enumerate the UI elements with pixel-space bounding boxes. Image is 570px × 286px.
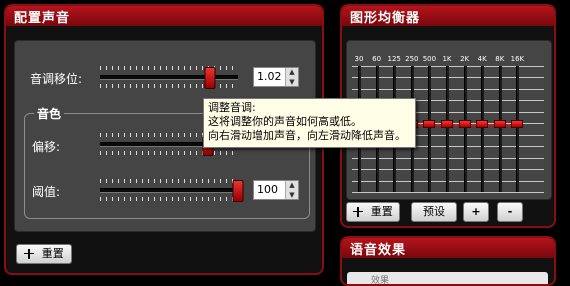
- timbre-title: 音色: [34, 105, 65, 122]
- tooltip-line-2: 向右滑动增加声音，向左滑动降低声音。: [208, 129, 406, 142]
- pitch-value: 1.02: [257, 70, 282, 83]
- sound-reset-button[interactable]: 重置: [16, 244, 72, 264]
- threshold-slider[interactable]: [100, 179, 244, 202]
- eq-band-label: 2K: [460, 55, 470, 63]
- eq-band-label: 250: [405, 55, 419, 63]
- slider-ticks: [100, 179, 238, 183]
- pitch-spinbox[interactable]: 1.02 ▲ ▼: [253, 67, 299, 87]
- eq-band-slider[interactable]: [463, 66, 467, 192]
- eq-remove-button[interactable]: -: [497, 202, 523, 222]
- voice-effect-item[interactable]: 效果: [371, 273, 389, 286]
- slider-track: [100, 188, 238, 193]
- threshold-label: 阈值:: [32, 185, 61, 199]
- pitch-label: 音调移位:: [30, 72, 83, 86]
- voice-effects-header: 语音效果: [342, 238, 554, 258]
- reset-icon: [353, 207, 364, 217]
- eq-add-label: +: [471, 205, 481, 218]
- eq-band-label: 16K: [510, 55, 525, 63]
- spin-buttons: ▲ ▼: [285, 68, 298, 86]
- voice-effects-title: 语音效果: [350, 243, 407, 258]
- threshold-slider-thumb[interactable]: [232, 180, 244, 202]
- eq-reset-button[interactable]: 重置: [346, 202, 400, 222]
- eq-band-label: 500: [422, 55, 437, 63]
- eq-add-button[interactable]: +: [463, 202, 489, 222]
- spin-up-icon[interactable]: ▲: [286, 68, 298, 76]
- spin-down-icon[interactable]: ▼: [286, 78, 298, 86]
- eq-preset-button[interactable]: 预设: [411, 202, 457, 222]
- eq-band-label: 4K: [477, 55, 487, 63]
- eq-band-thumb[interactable]: [423, 120, 436, 128]
- eq-band-label: 30: [354, 55, 364, 63]
- eq-band-thumb[interactable]: [493, 120, 506, 128]
- offset-label: 偏移:: [32, 140, 61, 154]
- slider-ticks: [100, 151, 238, 155]
- eq-band-thumb[interactable]: [476, 120, 489, 128]
- threshold-value: 100: [257, 183, 278, 196]
- eq-band-slider[interactable]: [516, 66, 520, 192]
- spin-down-icon[interactable]: ▼: [286, 191, 298, 199]
- eq-band-label: 60: [372, 55, 382, 63]
- slider-ticks: [100, 197, 238, 201]
- eq-remove-label: -: [507, 205, 513, 218]
- slider-ticks: [100, 84, 238, 88]
- eq-band-slider[interactable]: [481, 66, 485, 192]
- eq-band-thumb[interactable]: [458, 120, 471, 128]
- tooltip-title: 调整音调:: [208, 101, 256, 114]
- threshold-spinbox[interactable]: 100 ▲ ▼: [253, 180, 299, 200]
- pitch-tooltip: 调整音调: 这将调整你的声音如何高或低。 向右滑动增加声音，向左滑动降低声音。: [203, 98, 416, 148]
- eq-band-slider[interactable]: [446, 66, 449, 192]
- spin-buttons: ▲ ▼: [285, 181, 298, 199]
- eq-reset-label: 重置: [370, 205, 393, 218]
- eq-band-label: 125: [387, 55, 401, 63]
- eq-band-label: 8K: [495, 55, 505, 63]
- voice-effects-list[interactable]: 效果: [347, 272, 548, 286]
- slider-ticks: [100, 66, 238, 70]
- sound-reset-label: 重置: [41, 247, 64, 260]
- pitch-slider[interactable]: [100, 66, 238, 89]
- spin-up-icon[interactable]: ▲: [286, 181, 298, 189]
- eq-band-thumb[interactable]: [441, 120, 453, 128]
- reset-icon: [24, 249, 35, 259]
- equalizer-title: 图形均衡器: [350, 11, 421, 26]
- eq-band-label: 1K: [442, 55, 452, 63]
- sound-config-header: 配置声音: [6, 6, 322, 26]
- eq-band-slider[interactable]: [428, 66, 432, 192]
- tooltip-line-1: 这将调整你的声音如何高或低。: [208, 115, 362, 128]
- sound-config-title: 配置声音: [14, 11, 71, 26]
- eq-grid-line: [352, 192, 544, 193]
- eq-band-slider[interactable]: [498, 66, 502, 192]
- eq-band-thumb[interactable]: [511, 120, 524, 128]
- slider-track: [100, 75, 238, 80]
- pitch-slider-thumb[interactable]: [204, 67, 216, 89]
- equalizer-header: 图形均衡器: [342, 6, 554, 26]
- eq-preset-label: 预设: [423, 205, 445, 218]
